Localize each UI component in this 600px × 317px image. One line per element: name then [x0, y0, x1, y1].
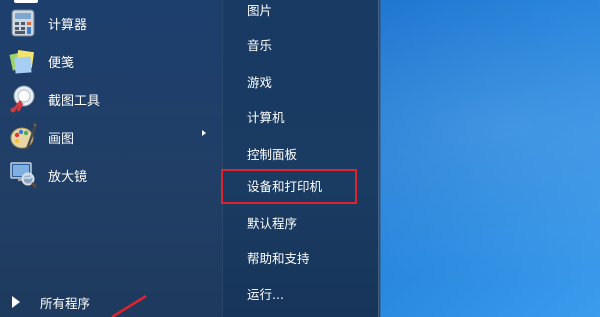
- sticky-notes-icon: [8, 46, 38, 76]
- programs-pane: 计算器 便笺 截图工具 画图 放大镜 所有程序: [0, 0, 222, 317]
- place-item-games[interactable]: 游戏: [247, 72, 272, 94]
- snipping-tool-icon: [8, 84, 38, 114]
- paint-icon: [8, 122, 38, 152]
- program-label-calculator: 计算器: [48, 17, 88, 33]
- program-item-sticky-notes[interactable]: 便笺: [8, 44, 208, 78]
- submenu-arrow-icon: [202, 130, 206, 136]
- program-label-paint: 画图: [48, 131, 75, 147]
- place-item-pictures[interactable]: 图片: [247, 0, 272, 22]
- triangle-right-icon: [12, 296, 20, 308]
- program-item-magnifier[interactable]: 放大镜: [8, 158, 208, 192]
- red-arrow-annotation: [111, 294, 147, 317]
- program-item-paint[interactable]: 画图: [8, 120, 208, 154]
- magnifier-icon: [8, 160, 38, 190]
- start-menu: 计算器 便笺 截图工具 画图 放大镜 所有程序 图片 音乐 游戏 计算机 控制面…: [0, 0, 381, 317]
- program-item-calculator[interactable]: 计算器: [8, 6, 208, 40]
- all-programs-label: 所有程序: [40, 295, 91, 311]
- place-item-default-programs[interactable]: 默认程序: [247, 213, 297, 235]
- place-item-help-and-support[interactable]: 帮助和支持: [247, 248, 310, 270]
- program-label-snipping-tool: 截图工具: [48, 93, 101, 109]
- program-item-snipping-tool[interactable]: 截图工具: [8, 82, 208, 116]
- calculator-icon: [8, 8, 38, 38]
- place-item-music[interactable]: 音乐: [247, 35, 272, 57]
- highlight-box: [221, 169, 357, 204]
- place-item-computer[interactable]: 计算机: [247, 107, 285, 129]
- place-item-control-panel[interactable]: 控制面板: [247, 144, 297, 166]
- program-label-sticky-notes: 便笺: [48, 55, 75, 71]
- place-item-run[interactable]: 运行...: [247, 284, 284, 306]
- program-label-magnifier: 放大镜: [48, 169, 88, 185]
- menu-edge: [378, 0, 381, 317]
- partial-item-top: [14, 0, 38, 3]
